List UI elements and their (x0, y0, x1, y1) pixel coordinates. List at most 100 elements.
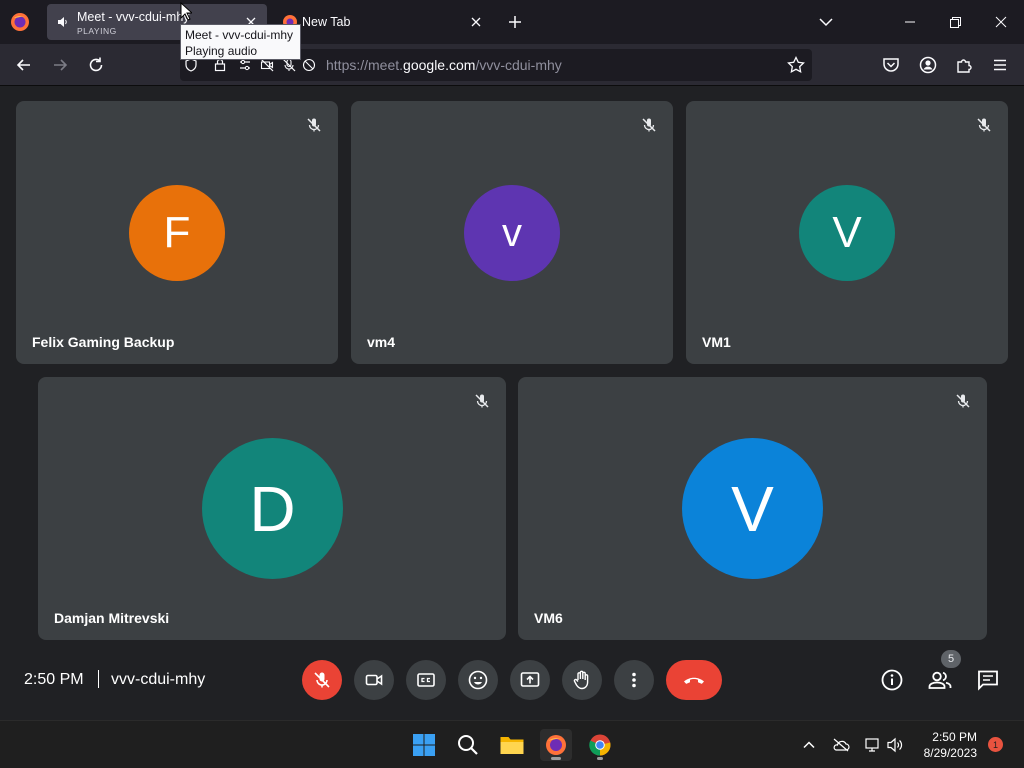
camera-icon (365, 674, 383, 686)
emoji-icon (468, 670, 488, 690)
camera-blocked-icon[interactable] (260, 58, 274, 72)
permissions-icon[interactable] (238, 58, 252, 72)
divider (98, 670, 99, 688)
mic-toggle-button[interactable] (302, 660, 342, 700)
hang-up-icon (684, 677, 704, 684)
tooltip-status: Playing audio (185, 44, 258, 58)
volume-icon[interactable] (886, 736, 904, 754)
back-icon[interactable] (13, 54, 35, 76)
menu-icon[interactable] (989, 54, 1011, 76)
avatar: D (202, 438, 343, 579)
forward-icon[interactable] (49, 54, 71, 76)
tab-new-tab[interactable]: New Tab (276, 4, 492, 40)
tab-title: Meet - vvv-cdui-mhy (77, 10, 190, 24)
chat-button[interactable] (975, 667, 1001, 693)
meeting-time: 2:50 PM (24, 671, 84, 688)
lock-icon[interactable] (213, 58, 227, 72)
chevron-down-icon[interactable] (816, 12, 836, 32)
participant-name: Damjan Mitrevski (54, 610, 170, 626)
close-tab-icon[interactable] (468, 14, 484, 30)
leave-call-button[interactable] (666, 660, 722, 700)
mic-blocked-icon[interactable] (282, 58, 296, 72)
restore-icon[interactable] (943, 10, 967, 34)
participant-tile[interactable]: v vm4 (351, 101, 673, 364)
firefox-taskbar-button[interactable] (540, 729, 572, 761)
clock[interactable]: 2:50 PM 8/29/2023 (915, 729, 977, 761)
hand-icon (573, 670, 589, 690)
pocket-icon[interactable] (880, 54, 902, 76)
speaker-icon[interactable] (57, 16, 69, 28)
tab-title: New Tab (302, 15, 351, 29)
account-icon[interactable] (917, 54, 939, 76)
tab-tooltip: Meet - vvv-cdui-mhy Playing audio (180, 24, 301, 60)
tab-status: PLAYING (77, 26, 117, 36)
windows-logo-icon (413, 734, 435, 756)
captions-button[interactable] (406, 660, 446, 700)
reactions-button[interactable] (458, 660, 498, 700)
network-icon[interactable] (864, 736, 882, 754)
url-domain: google.com (403, 57, 476, 73)
info-icon (881, 669, 903, 691)
meeting-code: vvv-cdui-mhy (111, 671, 206, 688)
avatar: F (129, 185, 225, 281)
present-screen-button[interactable] (510, 660, 550, 700)
participant-tile[interactable]: V VM1 (686, 101, 1008, 364)
mic-off-icon (977, 118, 991, 132)
tooltip-title: Meet - vvv-cdui-mhy (185, 28, 294, 42)
reload-icon[interactable] (85, 54, 107, 76)
clock-time: 2:50 PM (932, 730, 977, 744)
present-icon (520, 672, 540, 687)
shield-icon[interactable] (184, 58, 198, 72)
chrome-taskbar-button[interactable] (584, 729, 616, 761)
participant-count-badge: 5 (941, 650, 961, 668)
firefox-icon (546, 735, 566, 755)
avatar: V (799, 185, 895, 281)
participant-tile[interactable]: V VM6 (518, 377, 987, 640)
participant-tile[interactable]: D Damjan Mitrevski (38, 377, 506, 640)
new-tab-icon[interactable] (505, 12, 525, 32)
bookmark-star-icon[interactable] (786, 55, 806, 75)
mic-off-icon (642, 118, 656, 132)
minimize-icon[interactable] (898, 10, 922, 34)
browser-nav-bar: https://meet.google.com/vvv-cdui-mhy (0, 44, 1024, 86)
folder-icon (500, 737, 524, 754)
participant-name: Felix Gaming Backup (32, 334, 175, 350)
chat-icon (978, 670, 998, 691)
windows-taskbar: 2:50 PM 8/29/2023 1 (0, 720, 1024, 768)
firefox-icon[interactable] (10, 12, 30, 32)
mic-off-icon (314, 672, 330, 688)
participant-tile[interactable]: F Felix Gaming Backup (16, 101, 338, 364)
search-icon (458, 735, 478, 755)
mic-off-icon (475, 394, 489, 408)
autoplay-blocked-icon[interactable] (302, 58, 316, 72)
mouse-cursor-icon (180, 2, 192, 21)
raise-hand-button[interactable] (562, 660, 602, 700)
mic-off-icon (956, 394, 970, 408)
close-window-icon[interactable] (989, 10, 1013, 34)
clock-date: 8/29/2023 (923, 746, 977, 760)
captions-icon (417, 673, 435, 687)
participant-name: VM6 (534, 610, 563, 626)
participant-name: vm4 (367, 334, 396, 350)
more-vert-icon (632, 672, 636, 688)
meeting-controls-bar: 2:50 PM vvv-cdui-mhy 5 (0, 650, 1024, 720)
notification-badge[interactable]: 1 (988, 737, 1003, 752)
chrome-icon (589, 734, 611, 756)
file-explorer-button[interactable] (496, 729, 528, 761)
more-options-button[interactable] (614, 660, 654, 700)
browser-tab-strip: Meet - vvv-cdui-mhy PLAYING New Tab (0, 0, 1024, 44)
meeting-details-button[interactable] (879, 667, 905, 693)
people-button[interactable] (927, 667, 953, 693)
search-button[interactable] (452, 729, 484, 761)
chevron-up-icon[interactable] (800, 736, 818, 754)
start-button[interactable] (408, 729, 440, 761)
url-text[interactable]: https://meet.google.com/vvv-cdui-mhy (326, 57, 562, 73)
avatar: V (682, 438, 823, 579)
camera-toggle-button[interactable] (354, 660, 394, 700)
running-indicator (597, 757, 603, 760)
mic-off-icon (307, 118, 321, 132)
participant-name: VM1 (702, 334, 731, 350)
extensions-icon[interactable] (953, 54, 975, 76)
onedrive-icon[interactable] (832, 736, 850, 754)
running-indicator (551, 757, 561, 760)
